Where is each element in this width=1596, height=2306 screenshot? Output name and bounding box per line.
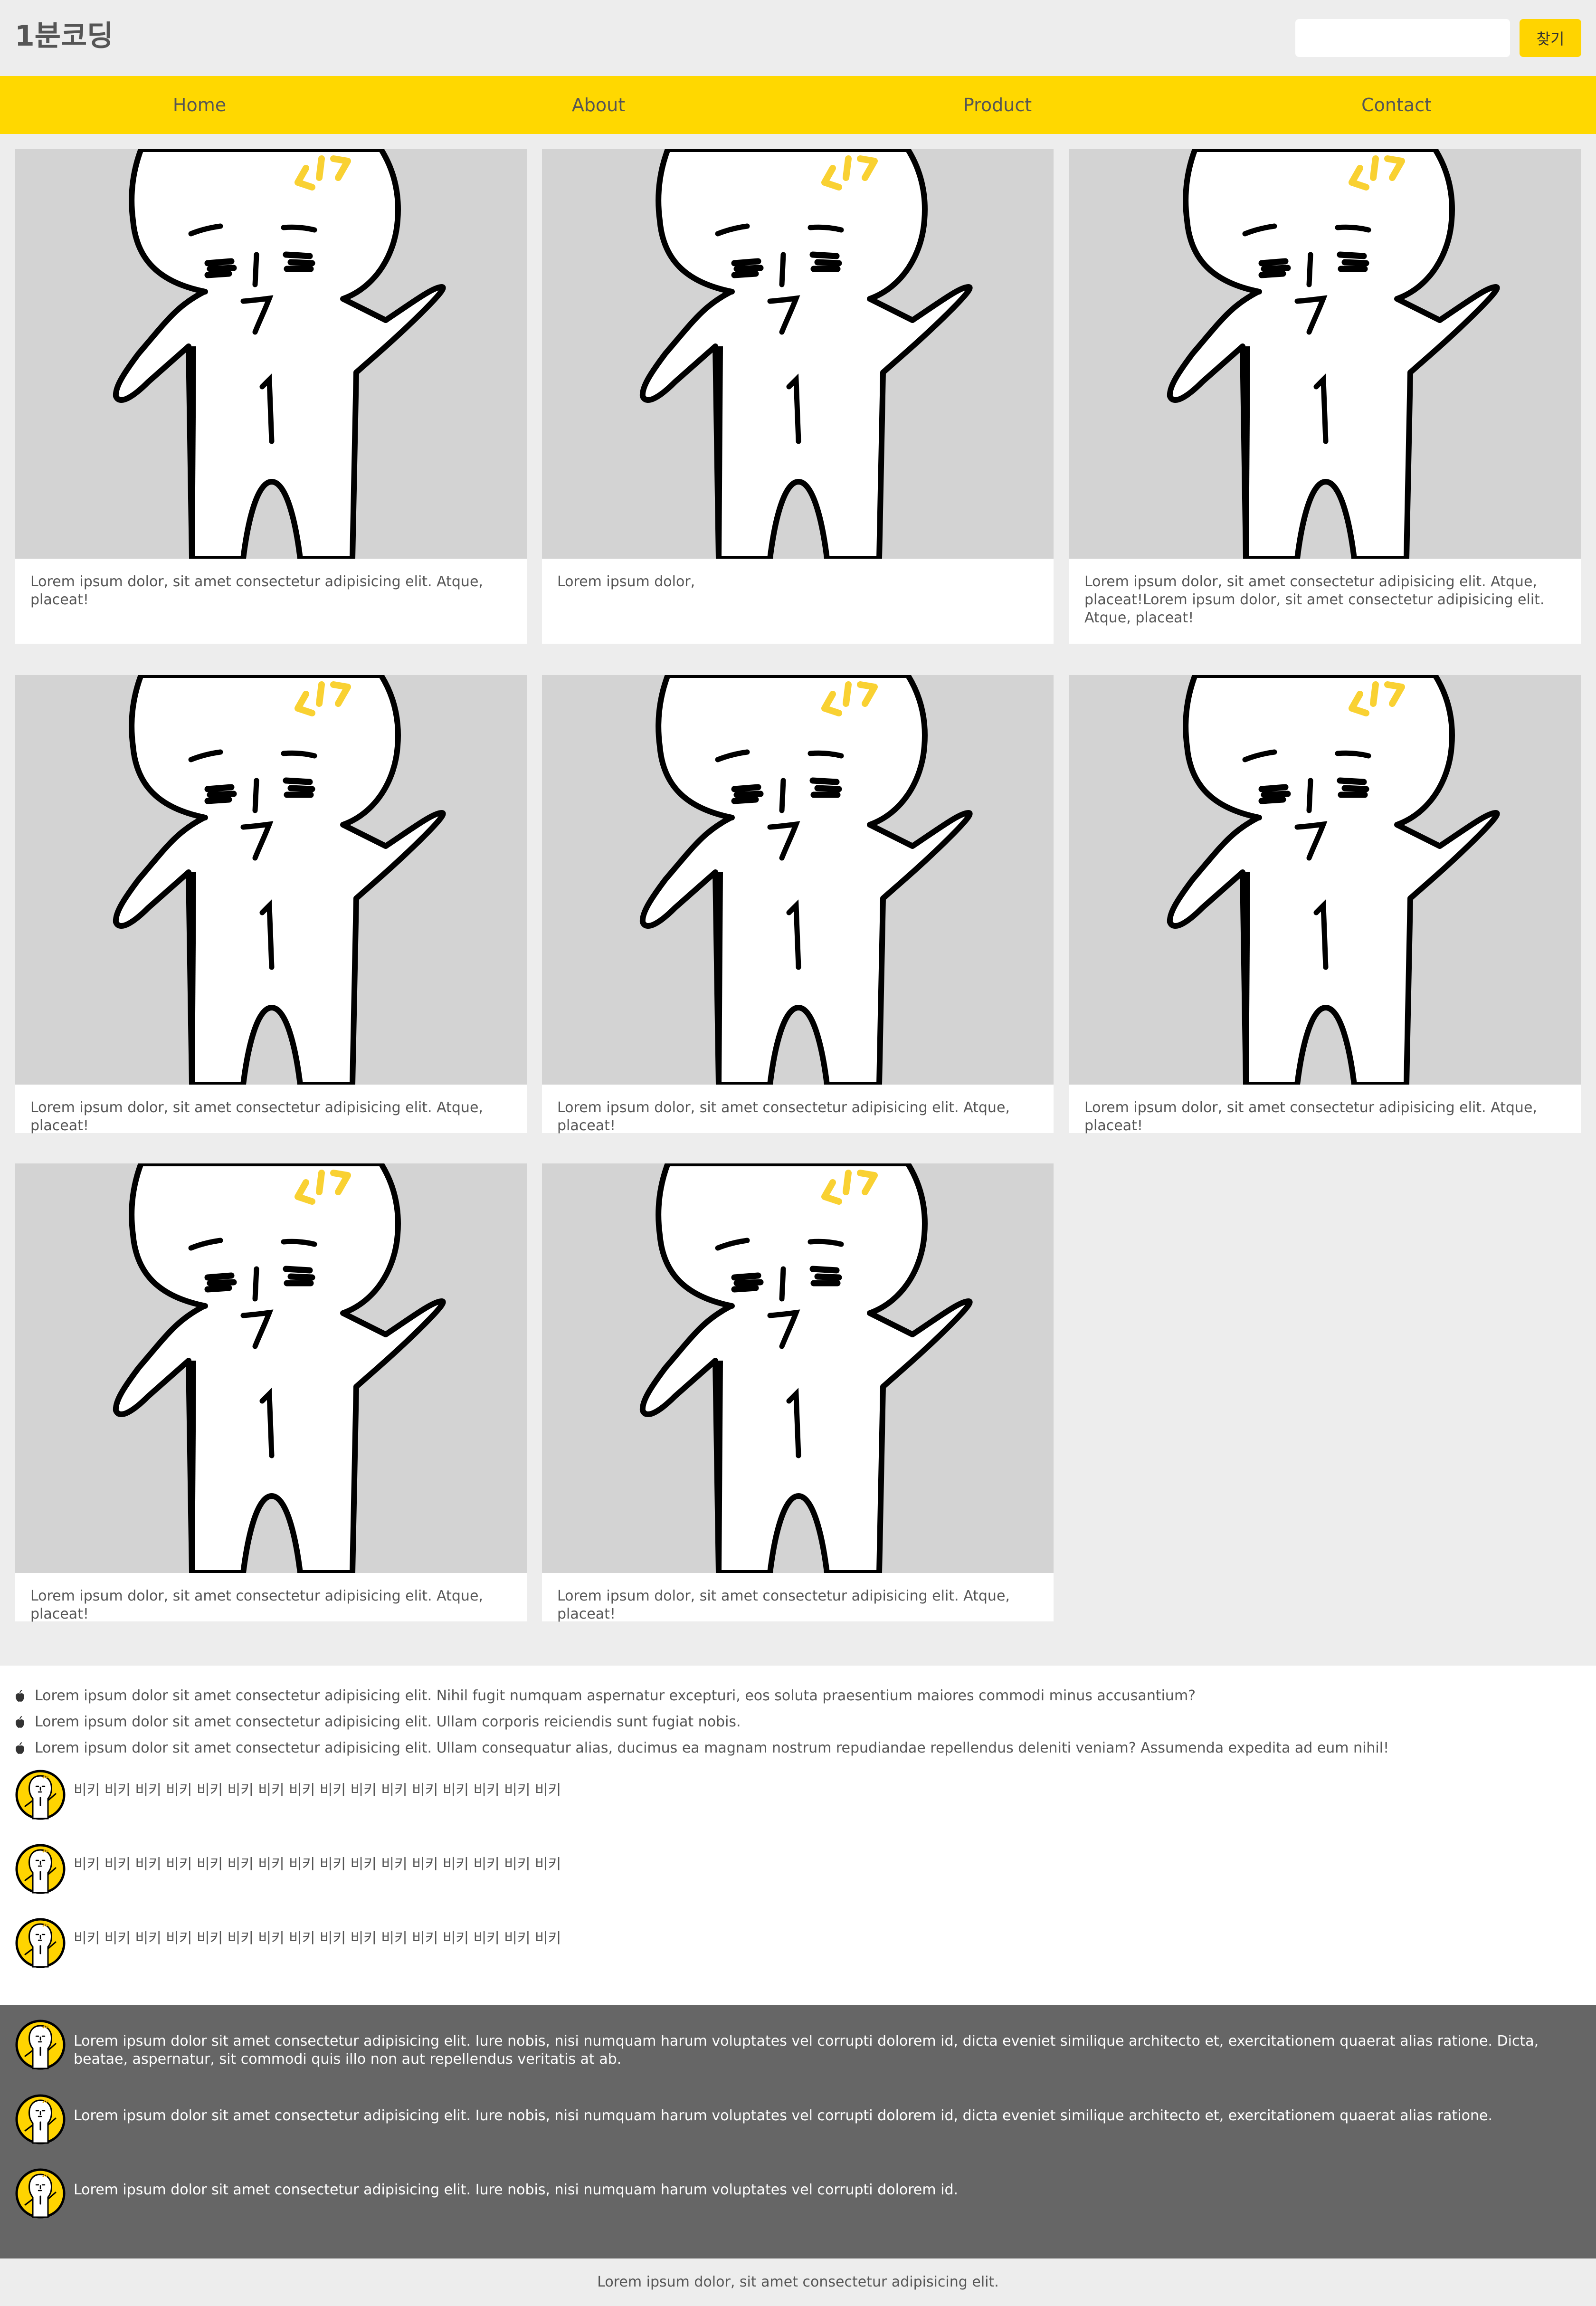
character-avatar-icon (15, 2019, 66, 2070)
site-footer: Lorem ipsum dolor, sit amet consectetur … (0, 2258, 1596, 2306)
search-input[interactable] (1295, 19, 1510, 57)
apple-icon (16, 1690, 24, 1702)
footer-text: Lorem ipsum dolor, sit amet consectetur … (597, 2274, 999, 2290)
card-text: Lorem ipsum dolor, sit amet consectetur … (30, 1099, 483, 1134)
nav-item-home[interactable]: Home (0, 76, 399, 134)
site-header: 1분코딩 찾기 (0, 0, 1596, 76)
apple-icon (16, 1716, 24, 1728)
character-image (1069, 149, 1581, 559)
apple-icon (16, 1742, 24, 1754)
nav-item-product[interactable]: Product (798, 76, 1197, 134)
nav-item-contact[interactable]: Contact (1197, 76, 1596, 134)
list-section: Lorem ipsum dolor sit amet consectetur a… (0, 1666, 1596, 2005)
search-button[interactable]: 찾기 (1520, 19, 1581, 57)
character-image (15, 149, 527, 559)
card[interactable]: Lorem ipsum dolor, sit amet consectetur … (15, 149, 527, 644)
card-text: Lorem ipsum dolor, sit amet consectetur … (557, 1588, 1010, 1622)
avatar-item: 비키 비키 비키 비키 비키 비키 비키 비키 비키 비키 비키 비키 비키 비… (15, 1843, 561, 1895)
character-image (15, 1163, 527, 1573)
avatar-item-text: 비키 비키 비키 비키 비키 비키 비키 비키 비키 비키 비키 비키 비키 비… (74, 1930, 561, 1947)
card[interactable]: Lorem ipsum dolor, sit amet consectetur … (1069, 675, 1581, 1134)
character-avatar-icon (15, 1769, 66, 1820)
card[interactable]: Lorem ipsum dolor, sit amet consectetur … (542, 675, 1054, 1134)
site-logo[interactable]: 1분코딩 (15, 17, 113, 55)
card-text: Lorem ipsum dolor, sit amet consectetur … (557, 1099, 1010, 1134)
dark-item-text: Lorem ipsum dolor sit amet consectetur a… (74, 2182, 959, 2198)
card[interactable]: Lorem ipsum dolor, sit amet consectetur … (15, 675, 527, 1134)
card[interactable]: Lorem ipsum dolor, (542, 149, 1054, 644)
card[interactable]: Lorem ipsum dolor, sit amet consectetur … (1069, 149, 1581, 644)
card-text: Lorem ipsum dolor, sit amet consectetur … (1084, 1099, 1537, 1134)
character-image (15, 675, 527, 1085)
card-text: Lorem ipsum dolor, sit amet consectetur … (30, 573, 483, 608)
dark-item: Lorem ipsum dolor sit amet consectetur a… (15, 2094, 1582, 2145)
character-image (1069, 675, 1581, 1085)
card-text: Lorem ipsum dolor, (557, 573, 695, 590)
avatar-item-text: 비키 비키 비키 비키 비키 비키 비키 비키 비키 비키 비키 비키 비키 비… (74, 1782, 561, 1799)
character-avatar-icon (15, 2094, 66, 2145)
avatar-item: 비키 비키 비키 비키 비키 비키 비키 비키 비키 비키 비키 비키 비키 비… (15, 1769, 561, 1820)
dark-item: Lorem ipsum dolor sit amet consectetur a… (15, 2019, 1582, 2070)
main-nav: Home About Product Contact (0, 76, 1596, 134)
dark-item-text: Lorem ipsum dolor sit amet consectetur a… (74, 2107, 1492, 2124)
card-text: Lorem ipsum dolor, sit amet consectetur … (1084, 573, 1545, 626)
list-item: Lorem ipsum dolor sit amet consectetur a… (15, 1687, 1196, 1706)
character-image (542, 675, 1054, 1085)
character-avatar-icon (15, 1917, 66, 1969)
dark-item-text: Lorem ipsum dolor sit amet consectetur a… (74, 2033, 1539, 2068)
card[interactable]: Lorem ipsum dolor, sit amet consectetur … (542, 1163, 1054, 1622)
character-avatar-icon (15, 2168, 66, 2219)
dark-item: Lorem ipsum dolor sit amet consectetur a… (15, 2168, 1582, 2219)
dark-section: Lorem ipsum dolor sit amet consectetur a… (0, 2005, 1596, 2258)
avatar-item: 비키 비키 비키 비키 비키 비키 비키 비키 비키 비키 비키 비키 비키 비… (15, 1917, 561, 1969)
list-item: Lorem ipsum dolor sit amet consectetur a… (15, 1739, 1389, 1758)
list-item: Lorem ipsum dolor sit amet consectetur a… (15, 1713, 741, 1732)
avatar-item-text: 비키 비키 비키 비키 비키 비키 비키 비키 비키 비키 비키 비키 비키 비… (74, 1856, 561, 1873)
card-text: Lorem ipsum dolor, sit amet consectetur … (30, 1588, 483, 1622)
list-item-text: Lorem ipsum dolor sit amet consectetur a… (35, 1687, 1196, 1704)
character-avatar-icon (15, 1843, 66, 1895)
list-item-text: Lorem ipsum dolor sit amet consectetur a… (35, 1714, 741, 1730)
character-image (542, 1163, 1054, 1573)
nav-item-about[interactable]: About (399, 76, 798, 134)
character-image (542, 149, 1054, 559)
card[interactable]: Lorem ipsum dolor, sit amet consectetur … (15, 1163, 527, 1622)
list-item-text: Lorem ipsum dolor sit amet consectetur a… (35, 1740, 1389, 1756)
